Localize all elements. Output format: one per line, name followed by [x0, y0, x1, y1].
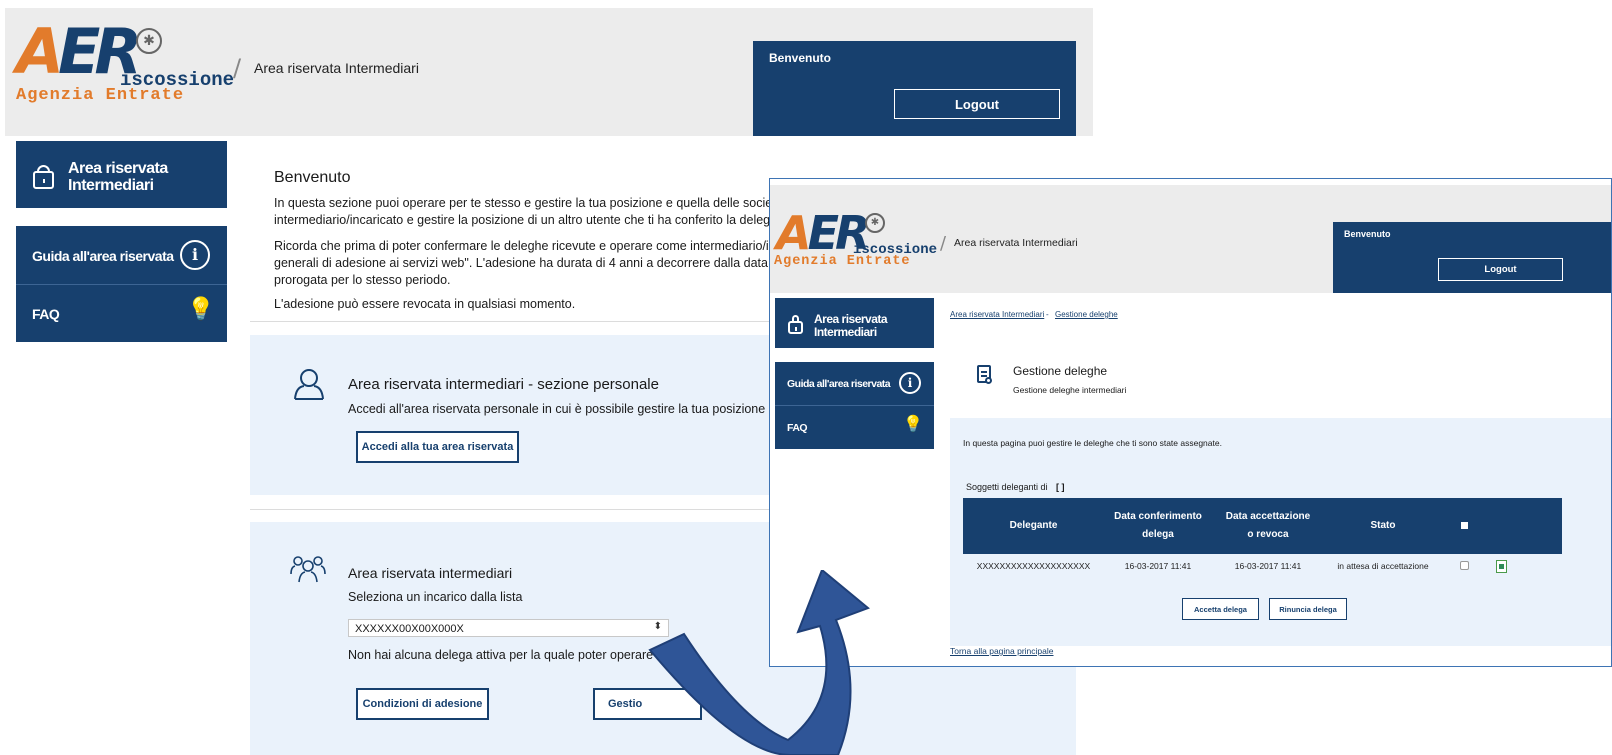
reminder-text: prorogata per lo stesso periodo. [274, 273, 451, 287]
navigation-arrow-icon [648, 570, 870, 755]
reminder-text: Ricorda che prima di poter confermare le… [274, 239, 794, 253]
delegations-panel: In questa pagina puoi gestire le deleghe… [950, 418, 1611, 646]
assignment-select-value: XXXXXX00X00X000X [355, 623, 464, 635]
agency-logo[interactable]: AER iscossione Agenzia Entrate ✱ [14, 15, 234, 106]
personal-title: Area riservata intermediari - sezione pe… [348, 376, 659, 393]
lightbulb-icon: 💡 [187, 297, 215, 322]
breadcrumb-separator: / [940, 233, 947, 254]
logout-button[interactable]: Logout [894, 89, 1060, 119]
sidebar-menu: Guida all'area riservata i FAQ 💡 [775, 362, 934, 449]
logo-letters: AER [16, 15, 142, 88]
sidebar-area-label: Area riservata Intermediari [814, 312, 888, 339]
column-header-delegante: Delegante [963, 498, 1104, 554]
delegations-intro: In questa pagina puoi gestire le deleghe… [963, 438, 1222, 448]
delegators-label: Soggetti deleganti di [966, 482, 1048, 492]
intro-text: In questa sezione puoi operare per te st… [274, 196, 801, 210]
sidebar-item-label: FAQ [32, 306, 60, 322]
column-header-stato: Stato [1324, 498, 1442, 554]
info-icon: i [899, 372, 921, 394]
breadcrumb-home-link[interactable]: Area riservata Intermediari [950, 310, 1044, 319]
sidebar-item-label: Guida all'area riservata [32, 248, 174, 264]
breadcrumb-separator: - [1046, 310, 1049, 319]
sidebar-area-title[interactable]: Area riservata Intermediari [16, 141, 227, 208]
column-header-conferimento: Data conferimento delega [1104, 498, 1212, 554]
reminder-text: generali di adesione ai servizi web". L'… [274, 256, 805, 270]
select-all-checkbox[interactable] [1460, 521, 1468, 529]
breadcrumb-separator: / [233, 54, 242, 82]
cell-stato: in attesa di accettazione [1337, 561, 1429, 571]
welcome-text: Benvenuto [769, 51, 832, 65]
sidebar-item-faq[interactable]: FAQ 💡 [16, 285, 227, 342]
window-page-subtitle: Gestione deleghe intermediari [1013, 385, 1127, 395]
sidebar-area-title[interactable]: Area riservata Intermediari [775, 298, 934, 348]
column-header-accettazione: Data accettazione o revoca [1212, 498, 1324, 554]
personal-description: Accedi all'area riservata personale in c… [348, 402, 794, 416]
column-header-select-all[interactable] [1442, 498, 1486, 554]
agency-logo[interactable]: AER iscossione Agenzia Entrate ✱ [774, 209, 939, 269]
lock-icon [33, 165, 54, 189]
logout-button[interactable]: Logout [1438, 258, 1563, 281]
sidebar-item-label: Guida all'area riservata [787, 378, 891, 390]
table-row: XXXXXXXXXXXXXXXXXXXX 16-03-2017 11:41 16… [963, 554, 1562, 578]
page-title: Benvenuto [274, 169, 351, 186]
intro-text: intermediario/incaricato e gestire la po… [274, 213, 781, 227]
sidebar-item-label: FAQ [787, 422, 808, 434]
delegations-table: Delegante Data conferimento delega Data a… [963, 498, 1562, 578]
cell-conferimento: 16-03-2017 11:41 [1124, 561, 1192, 571]
logo-agency: Agenzia Entrate [774, 254, 911, 269]
intermediari-description: Seleziona un incarico dalla lista [348, 590, 523, 604]
users-group-icon [290, 556, 326, 583]
column-header-actions [1486, 498, 1562, 554]
welcome-text: Benvenuto [1344, 229, 1391, 239]
row-checkbox[interactable] [1459, 561, 1469, 571]
no-delegation-notice: Non hai alcuna delega attiva per la qual… [348, 648, 654, 662]
cell-delegante: XXXXXXXXXXXXXXXXXXXX [976, 561, 1091, 571]
sidebar-item-faq[interactable]: FAQ 💡 [775, 406, 934, 449]
delegators-value: [ ] [1056, 482, 1065, 492]
cell-select [1442, 554, 1486, 578]
welcome-box: Benvenuto Logout [1333, 222, 1611, 293]
reject-delegation-button[interactable]: Rinuncia delega [1269, 598, 1347, 620]
breadcrumb-current-link[interactable]: Gestione deleghe [1055, 310, 1118, 319]
excel-export-icon[interactable] [1496, 559, 1507, 573]
window-page-title: Gestione deleghe [1013, 364, 1108, 378]
revoke-text: L'adesione può essere revocata in qualsi… [274, 297, 576, 311]
emblem-icon: ✱ [136, 28, 162, 54]
sidebar-item-guide[interactable]: Guida all'area riservata i [16, 226, 227, 284]
lightbulb-icon: 💡 [903, 414, 923, 433]
welcome-box: Benvenuto Logout [753, 41, 1076, 136]
intermediari-title: Area riservata intermediari [348, 565, 513, 581]
cell-accettazione: 16-03-2017 11:41 [1234, 561, 1302, 571]
accept-delegation-button[interactable]: Accetta delega [1182, 598, 1259, 620]
access-personal-area-button[interactable]: Accedi alla tua area riservata [356, 431, 519, 463]
sidebar-area-label: Area riservata Intermediari [68, 160, 168, 194]
cell-export [1486, 554, 1562, 578]
emblem-icon: ✱ [865, 213, 885, 233]
header-title: Area riservata Intermediari [954, 237, 1078, 249]
logo-agency: Agenzia Entrate [16, 86, 185, 105]
conditions-button[interactable]: Condizioni di adesione [356, 688, 489, 720]
info-icon: i [180, 240, 210, 270]
sidebar-item-guide[interactable]: Guida all'area riservata i [775, 362, 934, 405]
sidebar-menu: Guida all'area riservata i FAQ 💡 [16, 226, 227, 342]
back-to-main-link[interactable]: Torna alla pagina principale [950, 646, 1054, 656]
document-icon [977, 365, 992, 384]
user-icon [294, 369, 324, 400]
table-header-row: Delegante Data conferimento delega Data a… [963, 498, 1562, 554]
header-title: Area riservata Intermediari [254, 60, 419, 76]
lock-icon [788, 315, 803, 334]
